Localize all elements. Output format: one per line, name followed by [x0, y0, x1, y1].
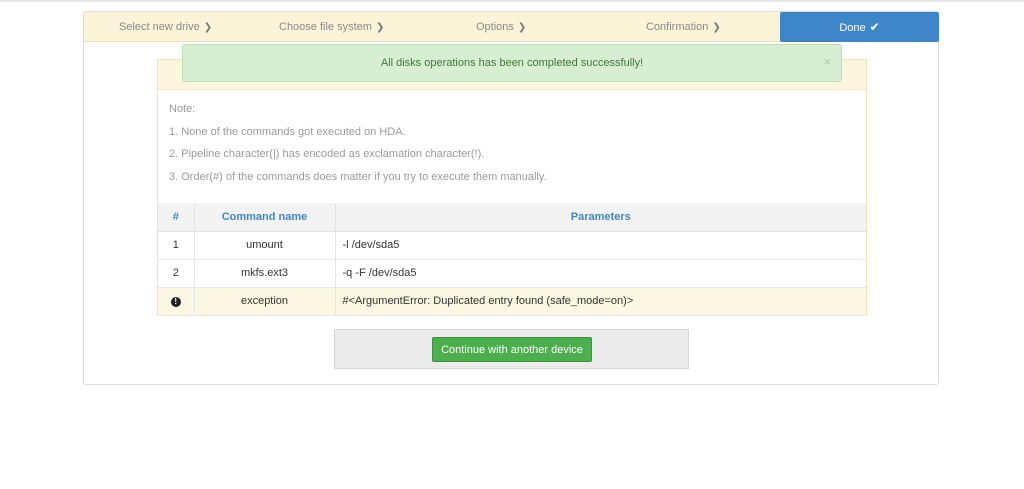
checkmark-icon: ✔: [869, 20, 880, 34]
chevron-right-icon: ❯: [203, 22, 213, 33]
step-label: Options: [476, 21, 514, 33]
column-header-command-name: Command name: [194, 203, 336, 232]
exclamation-icon: !: [170, 297, 181, 307]
note-item: 2. Pipeline character(|) has encoded as …: [169, 148, 485, 160]
step-choose-file-system[interactable]: Choose file system ❯: [279, 12, 384, 42]
chevron-right-icon: ❯: [712, 22, 721, 33]
step-options[interactable]: Options ❯: [476, 12, 526, 42]
chevron-right-icon: ❯: [517, 22, 527, 33]
command-parameters: -l /dev/sda5: [335, 231, 866, 260]
command-name: umount: [194, 231, 336, 260]
table-header-row: # Command name Parameters: [158, 203, 866, 232]
top-divider: [0, 0, 1024, 2]
command-parameters: -q -F /dev/sda5: [335, 259, 866, 288]
note-heading: Note:: [169, 103, 196, 115]
result-panel: Note: 1. None of the commands got execut…: [157, 59, 867, 316]
note-item: 3. Order(#) of the commands does matter …: [169, 171, 547, 183]
disk-wizard: Select new drive ❯ Choose file system ❯ Op…: [83, 11, 939, 385]
row-number: 1: [158, 231, 195, 260]
table-row-exception: ! exception #<ArgumentError: Duplicated …: [158, 287, 866, 316]
close-icon[interactable]: ×: [823, 45, 831, 79]
command-parameters: #<ArgumentError: Duplicated entry found …: [335, 287, 866, 316]
actions-footer: Continue with another device: [334, 329, 689, 369]
wizard-steps: Select new drive ❯ Choose file system ❯ Op…: [84, 12, 939, 42]
step-confirmation[interactable]: Confirmation ❯: [646, 12, 721, 42]
command-name: mkfs.ext3: [194, 259, 336, 288]
row-number: 2: [158, 259, 195, 288]
step-done[interactable]: Done ✔: [780, 12, 939, 42]
row-status: !: [158, 287, 195, 316]
step-label: Confirmation: [646, 21, 709, 33]
success-alert: All disks operations has been completed …: [182, 44, 842, 82]
column-header-parameters: Parameters: [335, 203, 866, 232]
command-name: exception: [194, 287, 336, 316]
step-label: Select new drive: [119, 21, 200, 33]
table-row: 1 umount -l /dev/sda5: [158, 231, 866, 260]
table-row: 2 mkfs.ext3 -q -F /dev/sda5: [158, 259, 866, 288]
step-label: Choose file system: [279, 21, 372, 33]
column-header-number: #: [158, 203, 195, 232]
note-item: 1. None of the commands got executed on …: [169, 126, 406, 138]
commands-table: # Command name Parameters 1 umount -l /d…: [158, 203, 866, 316]
alert-message: All disks operations has been completed …: [380, 57, 644, 69]
chevron-right-icon: ❯: [375, 22, 385, 33]
step-select-new-drive[interactable]: Select new drive ❯: [119, 12, 212, 42]
continue-button[interactable]: Continue with another device: [432, 337, 592, 362]
step-label: Done: [839, 22, 866, 34]
